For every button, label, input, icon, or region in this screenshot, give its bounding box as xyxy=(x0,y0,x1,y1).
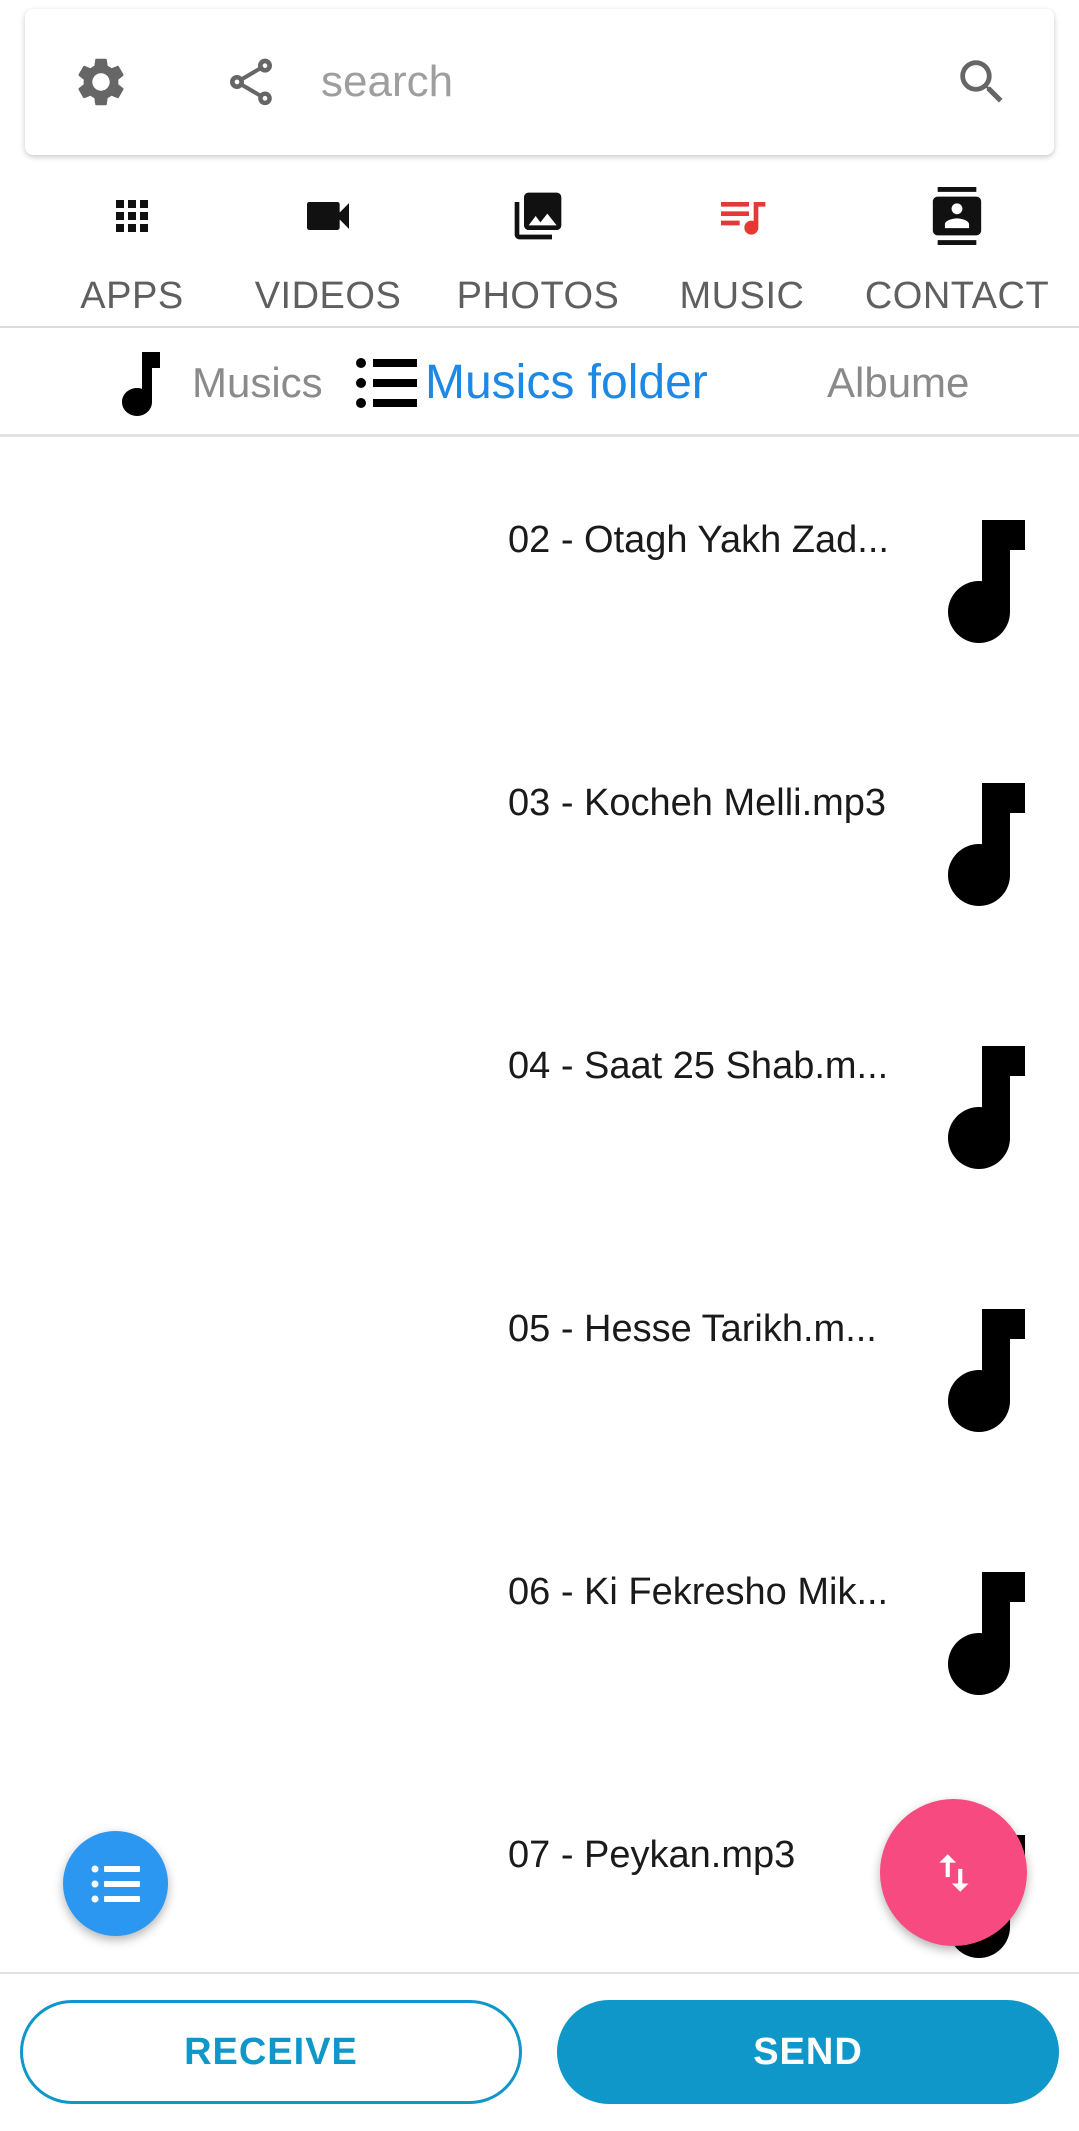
tab-music[interactable]: MUSIC xyxy=(642,175,842,325)
tab-videos[interactable]: VIDEOS xyxy=(228,175,428,325)
list-fab-button[interactable] xyxy=(63,1831,168,1936)
list-icon xyxy=(355,357,419,409)
transfer-fab-button[interactable] xyxy=(880,1799,1027,1946)
list-item[interactable]: 05 - Hesse Tarikh.m... xyxy=(0,1226,1079,1489)
list-item[interactable]: 02 - Otagh Yakh Zad... xyxy=(0,437,1079,700)
music-title: 03 - Kocheh Melli.mp3 xyxy=(508,782,887,824)
share-icon[interactable] xyxy=(219,50,283,114)
search-bar: search xyxy=(25,9,1054,155)
divider xyxy=(0,326,1079,328)
music-note-icon xyxy=(930,1572,1032,1697)
app-screen: search APPS VIDEOS PHOTOS MUSIC CONTACT … xyxy=(0,0,1079,2131)
music-note-icon xyxy=(930,1046,1032,1171)
gear-icon[interactable] xyxy=(69,50,133,114)
contact-card-icon xyxy=(926,185,988,247)
music-title: 02 - Otagh Yakh Zad... xyxy=(508,519,889,561)
photo-library-icon xyxy=(507,185,569,247)
search-input[interactable]: search xyxy=(321,57,453,107)
subtab-musics-folder[interactable]: Musics folder xyxy=(355,330,708,435)
search-icon[interactable] xyxy=(950,50,1014,114)
music-list: 02 - Otagh Yakh Zad... 03 - Kocheh Melli… xyxy=(0,437,1079,1972)
bottom-action-bar: RECEIVE SEND xyxy=(0,1974,1079,2131)
music-sub-tabs: Musics Musics folder Albume xyxy=(0,330,1079,435)
category-tabs: APPS VIDEOS PHOTOS MUSIC CONTACT xyxy=(0,175,1079,325)
music-title: 04 - Saat 25 Shab.m... xyxy=(508,1045,889,1087)
subtab-musics[interactable]: Musics xyxy=(112,330,323,435)
list-icon xyxy=(91,1864,141,1904)
send-button[interactable]: SEND xyxy=(557,2000,1059,2104)
music-queue-icon xyxy=(711,185,773,247)
music-title: 07 - Peykan.mp3 xyxy=(508,1834,796,1876)
tab-label: PHOTOS xyxy=(456,275,620,317)
subtab-albume[interactable]: Albume xyxy=(827,330,969,435)
subtab-label: Musics folder xyxy=(425,356,708,409)
music-note-icon xyxy=(930,1309,1032,1434)
list-item[interactable]: 04 - Saat 25 Shab.m... xyxy=(0,963,1079,1226)
tab-label: CONTACT xyxy=(864,275,1050,317)
subtab-label: Albume xyxy=(827,358,970,406)
subtab-label: Musics xyxy=(192,358,323,406)
music-note-icon xyxy=(930,520,1032,645)
music-note-icon xyxy=(930,783,1032,908)
receive-button[interactable]: RECEIVE xyxy=(20,2000,522,2104)
tab-label: VIDEOS xyxy=(254,275,402,317)
list-item[interactable]: 06 - Ki Fekresho Mik... xyxy=(0,1489,1079,1752)
videocam-icon xyxy=(297,185,359,247)
swap-vertical-icon xyxy=(929,1848,979,1898)
music-title: 06 - Ki Fekresho Mik... xyxy=(508,1571,889,1613)
tab-label: APPS xyxy=(80,275,184,317)
music-title: 05 - Hesse Tarikh.m... xyxy=(508,1308,877,1350)
apps-grid-icon xyxy=(101,185,163,247)
list-item[interactable]: 03 - Kocheh Melli.mp3 xyxy=(0,700,1079,963)
tab-contact[interactable]: CONTACT xyxy=(857,175,1057,325)
tab-label: MUSIC xyxy=(679,275,805,317)
tab-apps[interactable]: APPS xyxy=(32,175,232,325)
tab-photos[interactable]: PHOTOS xyxy=(438,175,638,325)
music-note-icon xyxy=(112,348,164,418)
